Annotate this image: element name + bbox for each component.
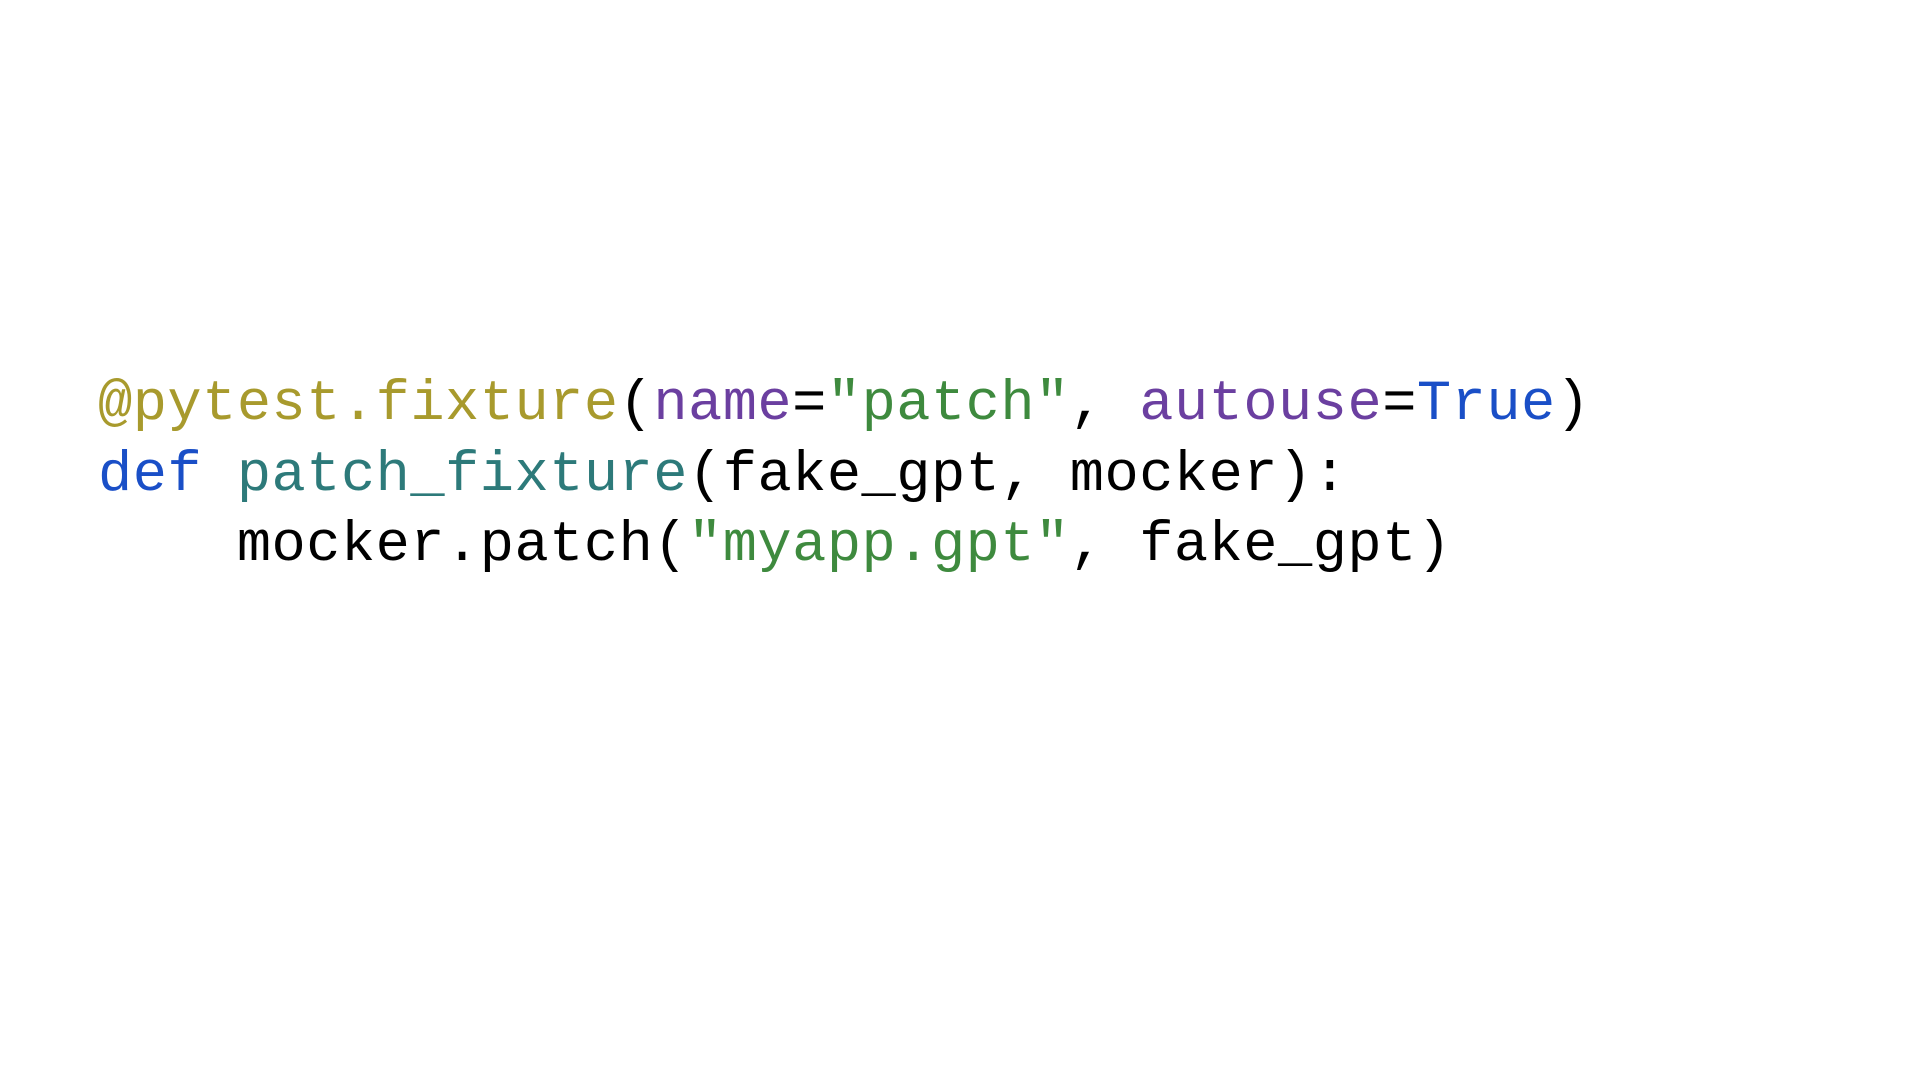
paren-close: )	[1556, 373, 1591, 437]
string-token: "patch"	[827, 373, 1070, 437]
code-line-1: @pytest.fixture(name="patch", autouse=Tr…	[98, 373, 1590, 437]
indent-token	[98, 514, 237, 578]
call-token: mocker.patch(	[237, 514, 688, 578]
def-keyword: def	[98, 444, 202, 508]
space-token	[202, 444, 237, 508]
params-token: (fake_gpt, mocker):	[688, 444, 1347, 508]
function-name: patch_fixture	[237, 444, 688, 508]
paren-open: (	[619, 373, 654, 437]
comma-token: ,	[1070, 373, 1139, 437]
string-token: "myapp.gpt"	[688, 514, 1070, 578]
code-line-3: mocker.patch("myapp.gpt", fake_gpt)	[98, 514, 1452, 578]
code-snippet: @pytest.fixture(name="patch", autouse=Tr…	[98, 370, 1590, 582]
equals-token: =	[792, 373, 827, 437]
rest-token: , fake_gpt)	[1070, 514, 1452, 578]
decorator-token: @pytest.fixture	[98, 373, 619, 437]
equals-token: =	[1382, 373, 1417, 437]
code-line-2: def patch_fixture(fake_gpt, mocker):	[98, 444, 1347, 508]
kwarg-autouse: autouse	[1139, 373, 1382, 437]
kwarg-name: name	[653, 373, 792, 437]
true-token: True	[1417, 373, 1556, 437]
